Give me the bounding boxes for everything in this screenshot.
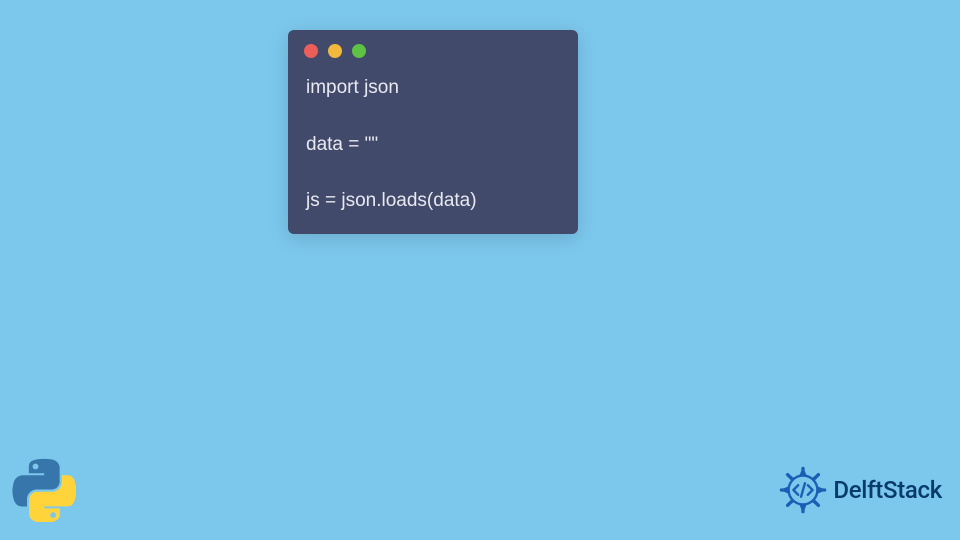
brand-name: DelftStack	[833, 476, 942, 504]
window-titlebar	[288, 30, 578, 68]
minimize-icon[interactable]	[328, 44, 342, 58]
code-line: data = ""	[306, 131, 560, 160]
gear-code-icon	[779, 466, 827, 514]
code-line	[306, 103, 560, 131]
maximize-icon[interactable]	[352, 44, 366, 58]
brand-logo: DelftStack	[779, 466, 942, 514]
code-line: js = json.loads(data)	[306, 187, 560, 216]
code-window: import json data = "" js = json.loads(da…	[288, 30, 578, 234]
code-line	[306, 159, 560, 187]
code-line: import json	[306, 74, 560, 103]
python-logo-icon	[12, 458, 76, 522]
code-content: import json data = "" js = json.loads(da…	[288, 68, 578, 216]
close-icon[interactable]	[304, 44, 318, 58]
